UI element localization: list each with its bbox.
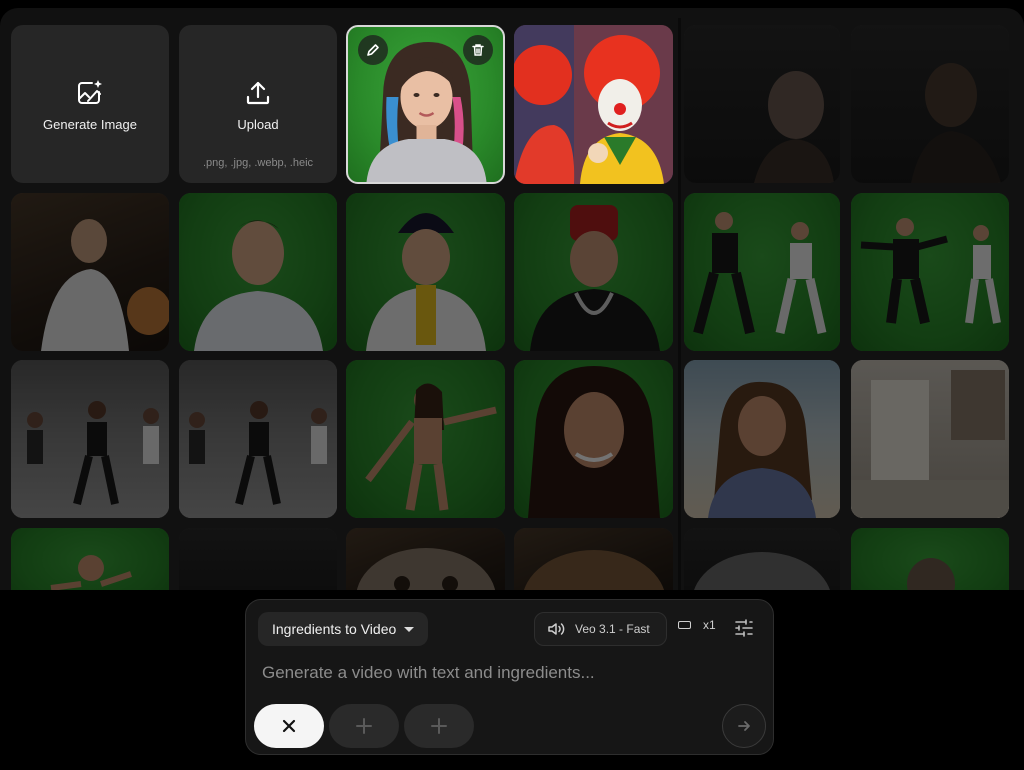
living-room-image: [851, 370, 1009, 518]
animal-image: [694, 552, 830, 590]
living-room-thumbnail[interactable]: [851, 360, 1009, 518]
model-selector[interactable]: Veo 3.1 - Fast: [534, 612, 667, 646]
upload-icon: [242, 77, 274, 109]
delete-ingredient-button[interactable]: [463, 35, 493, 65]
clown-image-thumbnail[interactable]: [514, 25, 673, 184]
woman-portrait-image: [754, 71, 834, 183]
arrow-right-icon: [738, 721, 750, 731]
add-ingredient-button-2[interactable]: [404, 704, 474, 748]
dark-portrait-thumbnail-2[interactable]: [851, 25, 1009, 183]
gallery-divider: [678, 18, 681, 590]
generate-image-button[interactable]: Generate Image: [11, 25, 169, 183]
animal-image: [356, 548, 496, 590]
man-winter-hat-thumbnail[interactable]: [346, 193, 505, 351]
add-ingredient-button-1[interactable]: [329, 704, 399, 748]
woman-beach-thumbnail[interactable]: [684, 360, 840, 518]
remove-ingredient-button[interactable]: [254, 704, 324, 748]
man-hat-image: [366, 213, 486, 351]
upload-formats: .png, .jpg, .webp, .heic: [202, 157, 314, 169]
selected-ingredient-thumbnail[interactable]: [346, 25, 505, 184]
woman-dancing-green-thumbnail[interactable]: [346, 360, 505, 518]
mode-label: Ingredients to Video: [272, 621, 397, 637]
street-dancers-image: [189, 401, 327, 505]
caret-down-icon: [404, 626, 415, 632]
settings-button[interactable]: [733, 617, 755, 639]
monkey-image: [907, 558, 955, 590]
woman-dancing-image: [365, 383, 497, 511]
dark-thumbnail-1[interactable]: [179, 528, 337, 590]
sparkle-image-icon: [74, 77, 106, 109]
sliders-icon: [735, 619, 753, 637]
mode-dropdown[interactable]: Ingredients to Video: [258, 612, 429, 646]
animal-image: [523, 550, 665, 590]
prompt-composer: Ingredients to Video Veo 3.1 - Fast x1: [245, 599, 774, 755]
man-with-dog-thumbnail[interactable]: [11, 193, 169, 351]
upload-label: Upload: [237, 116, 279, 132]
animal-closeup-thumbnail-2[interactable]: [514, 528, 673, 590]
upload-button[interactable]: Upload .png, .jpg, .webp, .heic: [179, 25, 337, 183]
street-dancers-thumbnail-1[interactable]: [11, 360, 169, 518]
man-dog-image: [41, 219, 169, 351]
woman-beach-image: [708, 381, 816, 518]
pencil-icon: [367, 44, 379, 56]
man-horned-hat-thumbnail[interactable]: [514, 193, 673, 351]
prompt-input[interactable]: [262, 660, 757, 686]
dancers-image: [693, 212, 827, 335]
media-gallery: Generate Image Upload .png, .jpg, .webp,…: [0, 8, 1024, 590]
output-count-selector[interactable]: x1: [678, 618, 716, 632]
woman-smiling-thumbnail[interactable]: [514, 360, 673, 518]
kid-dancing-image: [50, 555, 132, 590]
man-smiling-thumbnail[interactable]: [179, 193, 337, 351]
send-button[interactable]: [722, 704, 766, 748]
aspect-ratio-icon: [678, 621, 691, 629]
monkey-thumbnail[interactable]: [851, 528, 1009, 590]
street-dancers-image: [27, 401, 159, 505]
model-label: Veo 3.1 - Fast: [575, 622, 650, 636]
animal-closeup-thumbnail-3[interactable]: [684, 528, 840, 590]
dancers-green-thumbnail-2[interactable]: [851, 193, 1009, 351]
animal-closeup-thumbnail-1[interactable]: [346, 528, 505, 590]
dancers-image: [860, 218, 1001, 325]
generate-image-label: Generate Image: [43, 116, 137, 132]
plus-icon: [356, 718, 372, 734]
dancers-green-thumbnail-1[interactable]: [684, 193, 840, 351]
man-portrait-image: [194, 220, 323, 351]
kid-dancing-thumbnail[interactable]: [11, 528, 169, 590]
edit-ingredient-button[interactable]: [358, 35, 388, 65]
output-count-label: x1: [703, 618, 716, 632]
clowns-image: [514, 25, 673, 184]
trash-icon: [472, 44, 484, 56]
close-icon: [282, 719, 296, 733]
man-portrait-image: [911, 63, 1001, 183]
plus-icon: [431, 718, 447, 734]
speaker-icon: [548, 623, 565, 635]
street-dancers-thumbnail-2[interactable]: [179, 360, 337, 518]
dark-portrait-thumbnail-1[interactable]: [684, 25, 840, 183]
woman-portrait-image: [528, 366, 660, 518]
man-hat-image: [530, 205, 660, 351]
